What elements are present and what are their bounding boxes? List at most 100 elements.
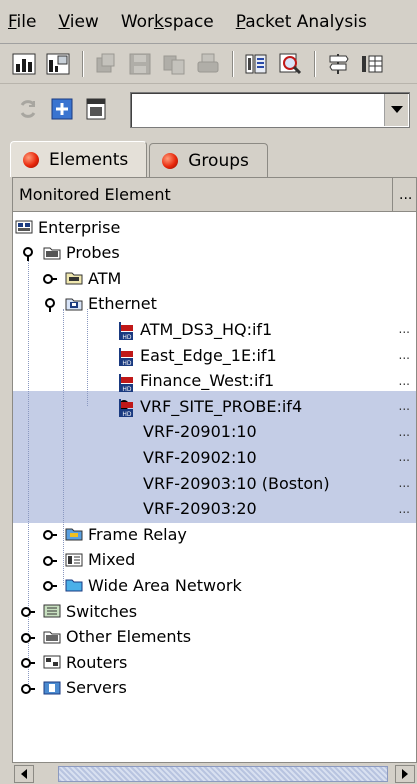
tree-row[interactable]: HD VRF_SITE_PROBE:if4...: [13, 393, 416, 419]
chart-icon[interactable]: [12, 52, 36, 76]
atm-icon: [65, 270, 83, 286]
tree-row[interactable]: Routers: [13, 649, 416, 675]
expanded-toggle-icon[interactable]: [43, 297, 57, 312]
more-ellipsis[interactable]: ...: [399, 502, 410, 516]
toolbar-separator: [314, 50, 316, 77]
collapsed-toggle-icon[interactable]: [43, 553, 57, 567]
folder-icon: [43, 245, 61, 261]
add-icon[interactable]: [50, 97, 74, 121]
tab-groups[interactable]: Groups: [149, 143, 268, 177]
scroll-right-icon[interactable]: [395, 765, 415, 783]
router-icon: [43, 654, 61, 670]
tree-row-label: East_Edge_1E:if1: [140, 345, 277, 365]
tab-strip: Elements Groups: [10, 141, 270, 177]
tab-elements-label: Elements: [49, 149, 129, 170]
more-ellipsis[interactable]: ...: [399, 322, 410, 336]
element-tree-panel: Monitored Element ... Enterprise Probes AT…: [12, 177, 417, 763]
enterprise-icon: [15, 219, 33, 235]
collapsed-toggle-icon[interactable]: [21, 681, 35, 695]
collapsed-toggle-icon[interactable]: [21, 655, 35, 669]
tree-row[interactable]: VRF-20903:10 (Boston)...: [13, 470, 416, 496]
switch-icon: [43, 603, 61, 619]
calendar-icon[interactable]: [84, 97, 108, 121]
refresh-icon[interactable]: [16, 97, 40, 121]
tree-row[interactable]: Switches: [13, 598, 416, 624]
collapsed-toggle-icon[interactable]: [43, 527, 57, 541]
tree-row[interactable]: Other Elements: [13, 624, 416, 650]
tree-row-label: Finance_West:if1: [140, 371, 275, 391]
tree-row-label: Mixed: [88, 550, 136, 570]
menu-file[interactable]: File: [8, 12, 36, 32]
copy-icon[interactable]: [94, 52, 118, 76]
collapsed-toggle-icon[interactable]: [21, 630, 35, 644]
tree-row[interactable]: VRF-20903:20...: [13, 496, 416, 522]
main-toolbar: [0, 44, 417, 84]
tree-row-label: ATM_DS3_HQ:if1: [140, 319, 273, 339]
column-header: Monitored Element ...: [13, 178, 416, 212]
menu-packet-analysis[interactable]: Packet Analysis: [236, 12, 367, 32]
collapsed-toggle-icon[interactable]: [21, 604, 35, 618]
probe-icon: HD: [117, 347, 135, 367]
chart-split-icon[interactable]: [46, 52, 70, 76]
tree-row-label: VRF-20903:10 (Boston): [143, 473, 330, 493]
more-ellipsis[interactable]: ...: [399, 348, 410, 362]
column-monitored-element[interactable]: Monitored Element: [13, 178, 393, 211]
filter-icon[interactable]: [244, 52, 268, 76]
tree-row[interactable]: Mixed: [13, 547, 416, 573]
tree-row[interactable]: VRF-20901:10...: [13, 419, 416, 445]
signpost-icon[interactable]: [326, 52, 350, 76]
horizontal-scrollbar[interactable]: [12, 762, 417, 784]
tree-row-label: Probes: [66, 243, 120, 263]
tree-row[interactable]: Frame Relay: [13, 521, 416, 547]
left-frame: [0, 133, 12, 784]
tree-row-label: VRF-20901:10: [143, 422, 257, 442]
column-more[interactable]: ...: [393, 187, 412, 203]
server-icon: [43, 680, 61, 696]
scroll-left-icon[interactable]: [14, 765, 34, 783]
tree-row-label: Frame Relay: [88, 524, 187, 544]
probe-icon: HD: [117, 398, 135, 418]
more-ellipsis[interactable]: ...: [399, 450, 410, 464]
tree-row-label: Enterprise: [38, 217, 121, 237]
status-red-icon: [23, 151, 39, 168]
collapsed-toggle-icon[interactable]: [43, 578, 57, 592]
element-filter-combo[interactable]: [130, 92, 410, 128]
menu-view[interactable]: View: [58, 12, 98, 32]
menu-bar: File View Workspace Packet Analysis: [0, 0, 417, 44]
more-ellipsis[interactable]: ...: [399, 425, 410, 439]
tree-row[interactable]: Ethernet: [13, 291, 416, 317]
tree-row[interactable]: ATM: [13, 265, 416, 291]
tree-row[interactable]: VRF-20902:10...: [13, 444, 416, 470]
tree-row-label: VRF-20902:10: [143, 447, 257, 467]
tab-groups-label: Groups: [188, 150, 249, 171]
tree-row-label: Other Elements: [66, 627, 192, 647]
more-ellipsis[interactable]: ...: [399, 399, 410, 413]
duplicate-icon[interactable]: [162, 52, 186, 76]
tree-row[interactable]: HD ATM_DS3_HQ:if1...: [13, 316, 416, 342]
print-icon[interactable]: [196, 52, 220, 76]
ethernet-icon: [65, 296, 83, 312]
zoom-report-icon[interactable]: [278, 52, 302, 76]
tree-row-label: VRF-20903:20: [143, 499, 257, 519]
chevron-down-icon[interactable]: [384, 94, 408, 126]
tree-row-label: VRF_SITE_PROBE:if4: [140, 396, 303, 416]
svg-text:HD: HD: [122, 360, 132, 367]
toolbar-separator: [232, 50, 234, 77]
tab-elements[interactable]: Elements: [10, 141, 148, 177]
scrollbar-thumb[interactable]: [58, 766, 388, 782]
menu-workspace[interactable]: Workspace: [121, 12, 214, 32]
tree-row[interactable]: Enterprise: [13, 214, 416, 240]
tree-row-label: Switches: [66, 601, 138, 621]
tree-row[interactable]: Probes: [13, 240, 416, 266]
tree-row[interactable]: HD East_Edge_1E:if1...: [13, 342, 416, 368]
more-ellipsis[interactable]: ...: [399, 476, 410, 490]
wan-icon: [65, 577, 83, 593]
grid-icon[interactable]: [360, 52, 384, 76]
save-icon[interactable]: [128, 52, 152, 76]
collapsed-toggle-icon[interactable]: [43, 271, 57, 285]
tree-row[interactable]: HD Finance_West:if1...: [13, 368, 416, 394]
tree-row[interactable]: Wide Area Network: [13, 572, 416, 598]
expanded-toggle-icon[interactable]: [21, 246, 35, 261]
tree-row[interactable]: Servers: [13, 675, 416, 701]
more-ellipsis[interactable]: ...: [399, 374, 410, 388]
